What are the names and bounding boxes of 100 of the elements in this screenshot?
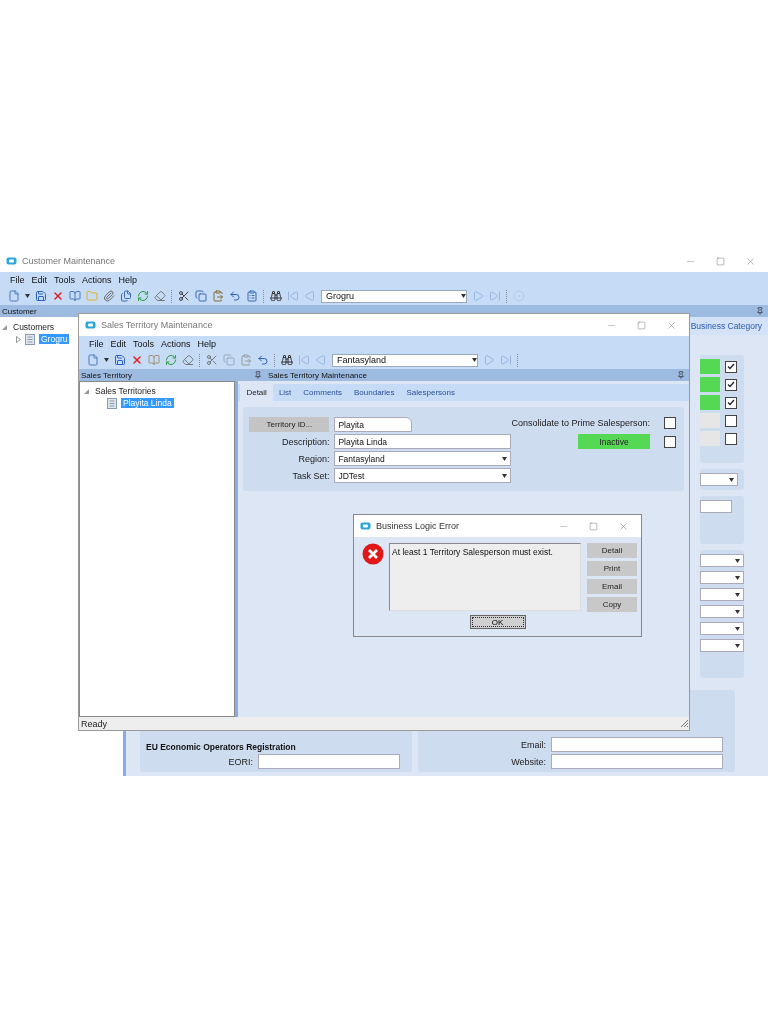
save-icon[interactable] xyxy=(35,290,47,302)
tree-item[interactable]: Sales Territories xyxy=(93,386,158,396)
refresh-icon[interactable] xyxy=(137,290,149,302)
text-field[interactable] xyxy=(700,500,732,513)
checkbox[interactable] xyxy=(725,378,737,391)
save-icon[interactable] xyxy=(114,354,126,366)
text-field[interactable] xyxy=(551,737,723,752)
caret-icon[interactable] xyxy=(735,643,740,648)
menu-item[interactable]: Help xyxy=(118,274,138,285)
book-icon[interactable] xyxy=(148,354,160,366)
pin-icon[interactable] xyxy=(254,371,262,379)
tab[interactable]: Detail xyxy=(240,384,273,401)
menu-item[interactable]: Tools xyxy=(133,338,155,349)
scissors-icon[interactable] xyxy=(206,354,218,366)
checkbox[interactable] xyxy=(664,435,676,448)
undo-icon[interactable] xyxy=(229,290,241,302)
dropdown-field[interactable] xyxy=(700,622,744,635)
dropdown-field[interactable] xyxy=(700,605,744,618)
record-combo[interactable]: Fantasyland xyxy=(332,353,478,367)
dropdown-field[interactable] xyxy=(700,554,744,567)
dropdown-caret-icon[interactable] xyxy=(25,294,30,298)
text-field[interactable] xyxy=(551,754,723,769)
menu-item[interactable]: Actions xyxy=(82,274,112,285)
dropdown-field[interactable] xyxy=(700,588,744,601)
text-field[interactable]: Playita Linda xyxy=(334,434,512,449)
caret-icon[interactable] xyxy=(502,456,508,461)
resize-grip-icon[interactable] xyxy=(680,719,689,728)
dialog-button[interactable]: Detail xyxy=(587,543,637,558)
collapsed-toggle-icon[interactable] xyxy=(16,335,21,343)
maximize-icon[interactable] xyxy=(637,320,646,330)
copy-icon[interactable] xyxy=(223,354,235,366)
checkbox[interactable] xyxy=(725,360,737,373)
dropdown-field[interactable] xyxy=(700,571,744,584)
dropdown-field[interactable]: JDTest xyxy=(334,468,512,483)
lookup-button[interactable]: Territory ID... xyxy=(249,417,330,432)
undo-icon[interactable] xyxy=(257,354,269,366)
caret-icon[interactable] xyxy=(735,609,740,614)
ok-button[interactable]: OK xyxy=(469,615,526,629)
tab[interactable]: Comments xyxy=(297,384,348,401)
menu-item[interactable]: File xyxy=(89,338,104,349)
new-document-icon[interactable] xyxy=(8,290,20,302)
pin-icon[interactable] xyxy=(677,371,685,379)
dialog-button[interactable]: Copy xyxy=(587,597,637,612)
menu-item[interactable]: Edit xyxy=(110,338,127,349)
expanded-toggle-icon[interactable] xyxy=(2,324,7,330)
checkbox[interactable] xyxy=(725,414,737,427)
menu-item[interactable]: Actions xyxy=(161,338,191,349)
caret-icon[interactable] xyxy=(502,473,508,478)
next-record-icon[interactable] xyxy=(472,290,484,302)
copy-icon[interactable] xyxy=(195,290,207,302)
maximize-icon[interactable] xyxy=(589,521,598,531)
paste-icon[interactable] xyxy=(240,354,252,366)
menu-item[interactable]: Tools xyxy=(54,274,76,285)
caret-icon[interactable] xyxy=(735,592,740,597)
close-icon[interactable] xyxy=(745,255,756,267)
menu-item[interactable]: Edit xyxy=(31,274,48,285)
documents-icon[interactable] xyxy=(120,290,132,302)
binoculars-icon[interactable] xyxy=(270,290,282,302)
checkbox[interactable] xyxy=(725,432,737,445)
book-icon[interactable] xyxy=(69,290,81,302)
dialog-button[interactable]: Print xyxy=(587,561,637,576)
tree-item[interactable]: Customers xyxy=(11,322,57,332)
previous-record-icon[interactable] xyxy=(304,290,316,302)
delete-icon[interactable] xyxy=(131,354,143,366)
tab[interactable]: Boundaries xyxy=(348,384,401,401)
caret-icon[interactable] xyxy=(461,294,466,298)
tab[interactable]: Business Category xyxy=(690,321,762,331)
menu-item[interactable]: Help xyxy=(197,338,217,349)
previous-record-icon[interactable] xyxy=(315,354,327,366)
dialog-button[interactable]: Email xyxy=(587,579,637,594)
clipboard-icon[interactable] xyxy=(246,290,258,302)
new-document-icon[interactable] xyxy=(87,354,99,366)
dropdown-caret-icon[interactable] xyxy=(104,358,109,362)
close-icon[interactable] xyxy=(666,319,677,331)
caret-icon[interactable] xyxy=(735,575,740,580)
next-record-icon[interactable] xyxy=(483,354,495,366)
checkbox[interactable] xyxy=(664,417,676,429)
refresh-icon[interactable] xyxy=(165,354,177,366)
dropdown-field[interactable] xyxy=(700,639,744,652)
dropdown-field[interactable]: Fantasyland xyxy=(334,451,512,466)
first-record-icon[interactable] xyxy=(298,354,310,366)
caret-icon[interactable] xyxy=(729,477,734,482)
record-combo[interactable]: Grogru xyxy=(321,289,467,303)
delete-icon[interactable] xyxy=(52,290,64,302)
text-field[interactable]: Playita xyxy=(334,417,413,432)
pin-icon[interactable] xyxy=(756,307,764,315)
caret-icon[interactable] xyxy=(472,358,477,362)
paperclip-icon[interactable] xyxy=(103,290,115,302)
last-record-icon[interactable] xyxy=(489,290,501,302)
tab[interactable]: List xyxy=(272,384,298,401)
checkbox[interactable] xyxy=(725,396,737,409)
expanded-toggle-icon[interactable] xyxy=(84,388,89,394)
caret-icon[interactable] xyxy=(735,558,740,563)
binoculars-icon[interactable] xyxy=(281,354,293,366)
last-record-icon[interactable] xyxy=(500,354,512,366)
close-icon[interactable] xyxy=(618,520,629,532)
maximize-icon[interactable] xyxy=(716,256,725,266)
tab[interactable]: Salespersons xyxy=(400,384,461,401)
paste-icon[interactable] xyxy=(212,290,224,302)
scissors-icon[interactable] xyxy=(178,290,190,302)
